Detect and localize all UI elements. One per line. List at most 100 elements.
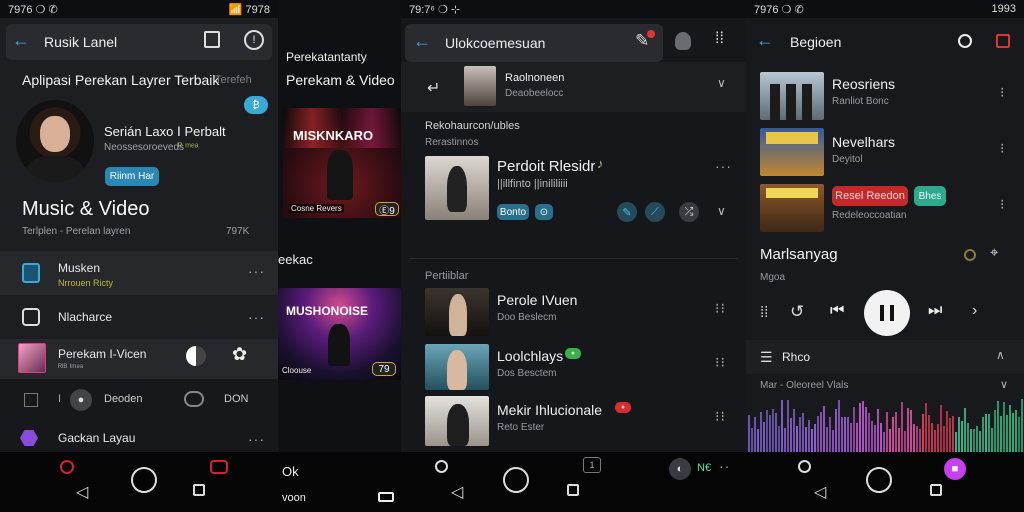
pin-icon[interactable]: ⌖: [990, 244, 998, 261]
video-card-title: MISKNKARO: [293, 128, 374, 143]
info-icon[interactable]: !: [244, 30, 264, 50]
more-icon[interactable]: ···: [715, 158, 732, 174]
band-figures: [770, 84, 814, 120]
more-icon[interactable]: ··: [719, 458, 730, 474]
list-item[interactable]: Resel Reedon Bhes Redeleoccoatian ⁝: [746, 182, 1024, 236]
recents-nav-icon[interactable]: [930, 484, 942, 496]
back-icon[interactable]: ←: [413, 31, 431, 52]
recents-nav-icon[interactable]: [567, 484, 579, 496]
more-icon[interactable]: ···: [248, 431, 265, 447]
nav-label[interactable]: Ok: [282, 464, 299, 479]
more-icon[interactable]: ⁝⁝: [715, 300, 726, 317]
more-icon[interactable]: ···: [248, 309, 265, 325]
chevron-down-icon[interactable]: ∨: [1000, 378, 1008, 391]
list-item[interactable]: I ● Deoden DON: [0, 379, 278, 421]
settings-icon[interactable]: ✿: [232, 344, 247, 365]
recorder-icon[interactable]: [60, 460, 74, 474]
previous-icon[interactable]: ⏮: [830, 302, 844, 320]
more-icon[interactable]: ⁝⁝: [715, 408, 726, 425]
recents-nav-icon[interactable]: [193, 484, 205, 496]
back-nav-icon[interactable]: ◁: [451, 482, 463, 502]
toggle-icon[interactable]: [184, 391, 204, 407]
queue-header[interactable]: ☰ Rhco ∧: [746, 340, 1024, 374]
more-icon[interactable]: ⁝: [1000, 196, 1005, 213]
track-chip[interactable]: Bonto: [497, 204, 529, 220]
bookmark-icon[interactable]: [204, 31, 220, 48]
lyrics-icon[interactable]: [964, 249, 976, 261]
tab-count[interactable]: 1: [583, 457, 601, 473]
arrow-icon[interactable]: ↵: [427, 78, 440, 98]
search-bar[interactable]: ← Ulokcoemesuan ✎: [405, 24, 663, 62]
app-icon[interactable]: ■: [944, 458, 966, 480]
video-card[interactable]: MISKNKARO Cosne Revers Ⓔ9: [283, 108, 401, 218]
account-icon[interactable]: [675, 32, 691, 50]
home-nav-icon[interactable]: [866, 467, 892, 493]
status-badge[interactable]: ₿: [244, 96, 268, 114]
more-icon[interactable]: ···: [248, 263, 265, 279]
chevron-down-icon[interactable]: ∨: [717, 76, 726, 90]
search-icon[interactable]: [798, 460, 811, 473]
list-item[interactable]: Gackan Layau ···: [0, 421, 278, 453]
album-thumbnail: [760, 128, 824, 176]
next-icon[interactable]: ⏭: [928, 302, 942, 320]
record-icon[interactable]: ●: [70, 389, 92, 411]
track-thumbnail[interactable]: [425, 156, 489, 220]
shuffle-icon[interactable]: ⤮: [679, 202, 699, 222]
repeat-icon[interactable]: ↺: [790, 302, 804, 322]
list-item[interactable]: Reosriens Ranliot Bonc ⁝: [746, 70, 1024, 124]
more-icon[interactable]: ⁝: [1000, 140, 1005, 157]
waveform-bar: [853, 406, 855, 452]
chevron-down-icon[interactable]: ∨: [717, 204, 726, 218]
media-icon[interactable]: ◐: [669, 458, 691, 480]
back-icon[interactable]: ←: [756, 30, 774, 51]
avatar[interactable]: [16, 100, 94, 182]
waveform-bar: [784, 427, 786, 452]
status-icons: 📶 7978: [228, 3, 270, 16]
link-icon[interactable]: ⟋: [645, 202, 665, 222]
list-item[interactable]: Mekir Ihlucionale ● Reto Ester ⁝⁝: [401, 394, 746, 448]
list-item[interactable]: Loolchlays ● Dos Besctem ⁝⁝: [401, 342, 746, 392]
list-item-prefix: I: [58, 393, 62, 405]
back-nav-icon[interactable]: ◁: [76, 482, 88, 502]
back-icon[interactable]: ←: [12, 30, 30, 51]
audio-waveform[interactable]: [748, 398, 1024, 452]
nav-label[interactable]: voon: [282, 492, 306, 504]
cast-icon[interactable]: [996, 34, 1010, 48]
list-item[interactable]: ↵ Raolnoneen Deaobeelocc ∨: [401, 62, 746, 112]
waveform-bar: [970, 429, 972, 452]
more-icon[interactable]: ⁝: [1000, 84, 1005, 101]
video-card[interactable]: MUSHONOISE Cloouse 79: [278, 288, 401, 380]
edit-icon[interactable]: ✎: [617, 202, 637, 222]
track-chip[interactable]: ⊙: [535, 204, 553, 220]
search-icon[interactable]: [435, 460, 448, 473]
waveform-bar: [862, 400, 864, 452]
list-item[interactable]: Nevelhars Deyitol ⁝: [746, 126, 1024, 180]
checkbox-icon[interactable]: [24, 393, 38, 407]
chevron-up-icon[interactable]: ∧: [996, 348, 1005, 362]
list-item[interactable]: Perole IVuen Doo Beslecm ⁝⁝: [401, 286, 746, 340]
list-item[interactable]: Perekam I-Vicen ᴿᴵᴮ ᴵᵐᵉᵃ ✿: [0, 339, 278, 379]
search-icon[interactable]: [958, 34, 972, 48]
pause-button[interactable]: [864, 290, 910, 336]
cast-icon[interactable]: [378, 492, 394, 502]
status-icons: 1993: [991, 3, 1016, 15]
more-icon[interactable]: ⁝⁝: [715, 354, 726, 371]
list-item[interactable]: Nlacharce ···: [0, 295, 278, 339]
menu-icon[interactable]: ☰: [760, 349, 773, 366]
panel-music-list: 79:7⁶ ❍ ⊹ ← Ulokcoemesuan ✎ ⁞⁞ ↵ Raolnon…: [401, 0, 746, 512]
home-nav-icon[interactable]: [131, 467, 157, 493]
waveform-bar: [988, 414, 990, 452]
contrast-icon[interactable]: [186, 346, 206, 366]
list-item-sub: Nrrouen Ricty: [58, 278, 114, 288]
queue-icon[interactable]: ⁞⁞: [760, 304, 768, 321]
forward-icon[interactable]: ›: [972, 302, 977, 320]
grid-icon[interactable]: ⁞⁞: [715, 30, 724, 48]
list-item[interactable]: Musken Nrrouen Ricty ···: [0, 251, 278, 295]
list-item-tag[interactable]: Bhes: [914, 186, 946, 206]
album-thumbnail: [464, 66, 496, 106]
profile-button[interactable]: Riinm Har: [105, 167, 159, 186]
home-nav-icon[interactable]: [503, 467, 529, 493]
back-nav-icon[interactable]: ◁: [814, 482, 826, 502]
camera-icon[interactable]: [210, 460, 228, 474]
status-time: 79:7⁶ ❍ ⊹: [409, 3, 461, 16]
